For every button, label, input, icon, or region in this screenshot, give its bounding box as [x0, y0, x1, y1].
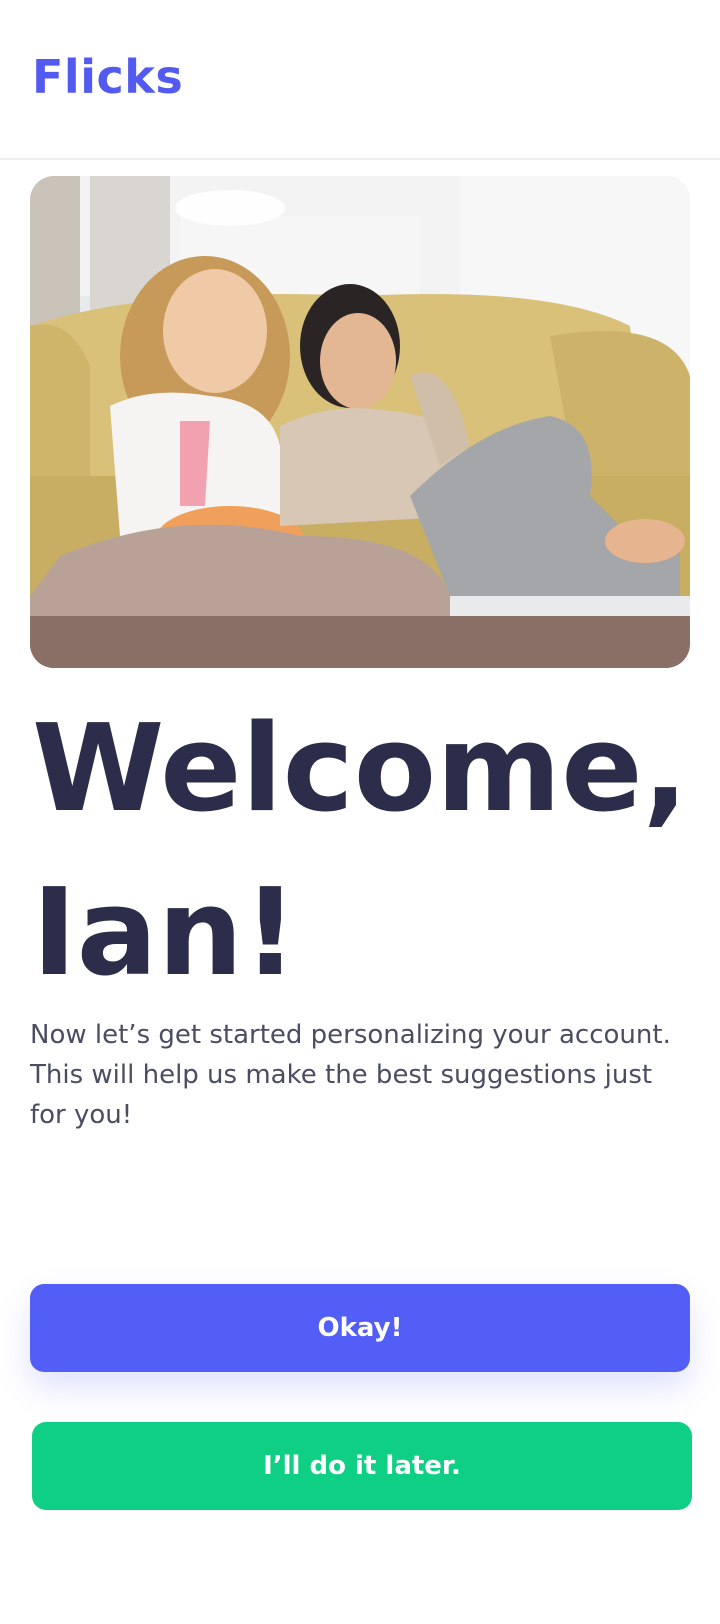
hero-image	[30, 176, 690, 668]
brand-logo[interactable]: Flicks	[32, 50, 183, 104]
okay-button[interactable]: Okay!	[30, 1284, 690, 1372]
welcome-heading: Welcome, Ian!	[32, 700, 689, 1003]
do-it-later-button[interactable]: I’ll do it later.	[32, 1422, 692, 1510]
app-header: Flicks	[0, 0, 720, 160]
welcome-subtitle: Now let’s get started personalizing your…	[30, 1020, 671, 1130]
